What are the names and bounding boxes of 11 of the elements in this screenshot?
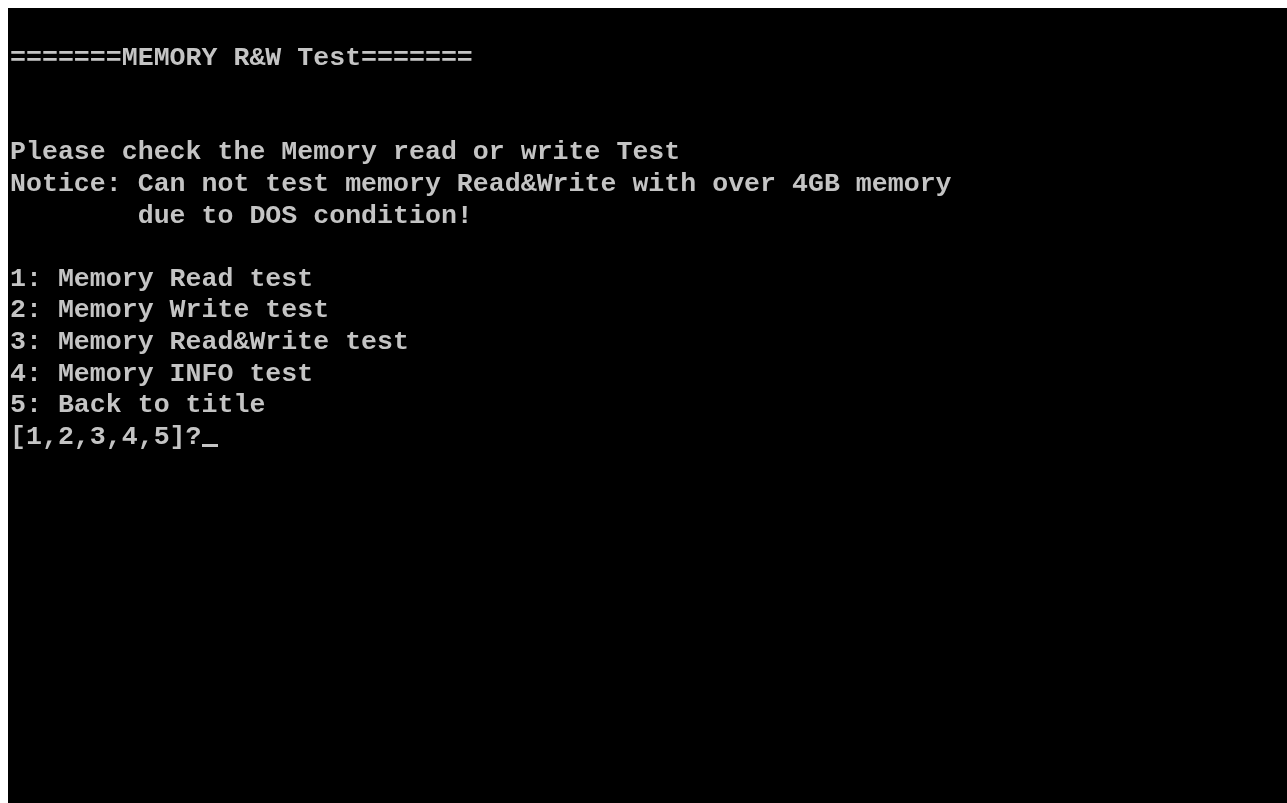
text-cursor — [201, 444, 218, 448]
menu-option: 2: Memory Write test — [10, 295, 330, 327]
menu-option: 5: Back to title — [10, 390, 266, 422]
menu-option: 1: Memory Read test — [10, 263, 314, 296]
menu-option: 4: Memory INFO test — [10, 358, 314, 391]
message-line: Please check the Memory read or write Test — [10, 137, 681, 169]
screen-title: =======MEMORY R&W Test======= — [10, 42, 473, 75]
message-line: Notice: Can not test memory Read&Write with over 4GB memory — [10, 168, 952, 201]
menu-option: 3: Memory Read&Write test — [10, 326, 409, 359]
message-line: due to DOS condition! — [136, 200, 473, 233]
input-prompt: [1,2,3,4,5]? — [10, 421, 202, 454]
